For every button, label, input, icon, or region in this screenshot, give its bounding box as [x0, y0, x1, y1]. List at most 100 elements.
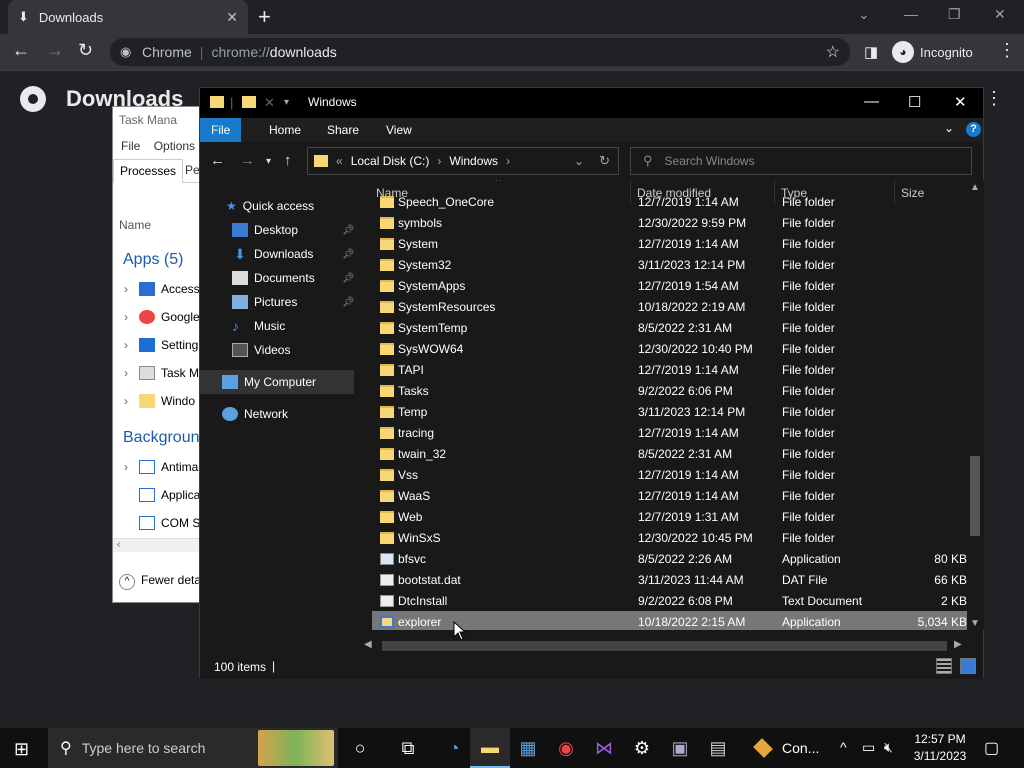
refresh-icon[interactable]: ↻: [599, 153, 610, 169]
customize-quick-access-icon[interactable]: ▾: [284, 97, 289, 108]
restore-button[interactable]: ❐: [948, 6, 961, 23]
scroll-right-icon[interactable]: ▶: [954, 639, 962, 650]
taskbar-search-input[interactable]: ⚲ Type here to search: [48, 728, 338, 768]
show-hidden-icons-icon[interactable]: ^: [840, 739, 847, 755]
nav-my-computer[interactable]: My Computer: [200, 370, 354, 394]
tab-downloads[interactable]: ⬇ Downloads ✕: [8, 0, 248, 34]
scrollbar-thumb[interactable]: [382, 641, 947, 651]
store-icon[interactable]: ▦: [508, 728, 548, 768]
process-row[interactable]: › Setting: [113, 331, 201, 359]
nav-pictures[interactable]: Pictures 📌︎: [200, 290, 360, 314]
process-row[interactable]: › Task M: [113, 359, 201, 387]
file-row[interactable]: bfsvc 8/5/2022 2:26 AM Application 80 KB: [372, 548, 967, 569]
bookmark-star-icon[interactable]: ☆: [826, 42, 840, 62]
file-row[interactable]: DtcInstall 9/2/2022 6:08 PM Text Document 2…: [372, 590, 967, 611]
file-row[interactable]: WaaS 12/7/2019 1:14 AM File folder: [372, 485, 967, 506]
tab-view[interactable]: View: [375, 118, 423, 142]
file-row[interactable]: System 12/7/2019 1:14 AM File folder: [372, 233, 967, 254]
pin-icon[interactable]: 📌︎: [342, 297, 355, 308]
nav-videos[interactable]: Videos: [200, 338, 360, 362]
nav-music[interactable]: ♪ Music: [200, 314, 360, 338]
process-row[interactable]: COM S: [113, 509, 201, 537]
nav-downloads[interactable]: ⬇ Downloads 📌︎: [200, 242, 360, 266]
cortana-icon[interactable]: ○: [340, 728, 380, 768]
file-row[interactable]: SystemApps 12/7/2019 1:54 AM File folder: [372, 275, 967, 296]
back-icon[interactable]: ←: [210, 152, 225, 169]
file-row[interactable]: WinSxS 12/30/2022 10:45 PM File folder: [372, 527, 967, 548]
fewer-details-button[interactable]: ^ Fewer deta: [119, 573, 201, 590]
file-row[interactable]: TAPI 12/7/2019 1:14 AM File folder: [372, 359, 967, 380]
process-row[interactable]: › Windo: [113, 387, 201, 415]
side-panel-icon[interactable]: ◨: [864, 43, 878, 61]
address-bar[interactable]: ◉ Chrome | chrome://downloads ☆: [110, 38, 850, 66]
minimize-button[interactable]: —: [864, 93, 879, 110]
scroll-left-icon[interactable]: ◀: [364, 639, 372, 650]
address-dropdown-icon[interactable]: ⌄: [574, 154, 584, 168]
forward-icon[interactable]: →: [46, 40, 64, 61]
expand-icon[interactable]: ›: [113, 460, 139, 474]
pin-icon[interactable]: 📌︎: [342, 273, 355, 284]
address-bar[interactable]: « Local Disk (C:) › Windows › ⌄ ↻: [307, 147, 619, 175]
taskbar-app-con[interactable]: Con...: [752, 728, 819, 768]
process-row[interactable]: › Google: [113, 303, 201, 331]
windows-start-icon[interactable]: ⊞: [14, 739, 29, 760]
nav-documents[interactable]: Documents 📌︎: [200, 266, 360, 290]
file-row[interactable]: twain_32 8/5/2022 2:31 AM File folder: [372, 443, 967, 464]
file-row[interactable]: Speech_OneCore 12/7/2019 1:14 AM File fold…: [372, 191, 967, 212]
search-input[interactable]: ⚲ Search Windows: [630, 147, 972, 175]
incognito-profile[interactable]: ◕ Incognito: [892, 40, 973, 64]
up-icon[interactable]: ↑: [284, 152, 292, 169]
pin-icon[interactable]: 📌︎: [342, 249, 355, 260]
close-tab-icon[interactable]: ✕: [226, 9, 238, 26]
network-tray-icon[interactable]: ▭: [862, 739, 875, 756]
properties-icon[interactable]: [242, 96, 256, 108]
menu-file[interactable]: File: [121, 139, 140, 153]
file-row[interactable]: Temp 3/11/2023 12:14 PM File folder: [372, 401, 967, 422]
close-button[interactable]: ✕: [954, 93, 967, 111]
chevron-right-icon[interactable]: ›: [506, 154, 510, 168]
large-icons-view-icon[interactable]: [960, 658, 976, 674]
process-row[interactable]: › Antima: [113, 453, 201, 481]
vertical-scrollbar[interactable]: ▲ ▼: [967, 180, 984, 630]
expand-icon[interactable]: ›: [113, 394, 139, 408]
help-icon[interactable]: ?: [966, 122, 981, 137]
scrollbar-thumb[interactable]: [970, 456, 980, 536]
chevron-right-icon[interactable]: ›: [437, 154, 441, 168]
process-row[interactable]: › Access: [113, 275, 201, 303]
nav-desktop[interactable]: Desktop 📌︎: [200, 218, 360, 242]
name-column-header[interactable]: Name: [119, 218, 151, 232]
nav-quick-access[interactable]: ★ Quick access: [200, 194, 360, 218]
delete-icon[interactable]: ✕: [264, 95, 275, 111]
edge-icon[interactable]: ◔: [434, 728, 474, 768]
visual-studio-icon[interactable]: ⋈: [584, 728, 624, 768]
tab-file[interactable]: File: [200, 118, 242, 142]
file-row[interactable]: symbols 12/30/2022 9:59 PM File folder: [372, 212, 967, 233]
downloads-menu-icon[interactable]: ⋮: [985, 88, 1003, 109]
settings-gear-icon[interactable]: ⚙: [622, 728, 662, 768]
scroll-up-icon[interactable]: ▲: [970, 182, 980, 193]
nav-network[interactable]: Network: [200, 402, 360, 426]
reload-icon[interactable]: ↻: [78, 40, 93, 61]
overflow-icon[interactable]: «: [336, 154, 343, 168]
task-manager-taskbar-icon[interactable]: ▤: [698, 728, 738, 768]
file-row[interactable]: SystemTemp 8/5/2022 2:31 AM File folder: [372, 317, 967, 338]
recent-locations-icon[interactable]: ▾: [266, 156, 271, 167]
expand-icon[interactable]: ›: [113, 366, 139, 380]
breadcrumb-root[interactable]: Local Disk (C:): [351, 154, 430, 168]
file-row[interactable]: SysWOW64 12/30/2022 10:40 PM File folder: [372, 338, 967, 359]
horizontal-scrollbar[interactable]: ◀ ▶: [360, 637, 967, 654]
chrome-menu-icon[interactable]: ⋮: [998, 40, 1016, 61]
file-row[interactable]: Vss 12/7/2019 1:14 AM File folder: [372, 464, 967, 485]
new-tab-button[interactable]: +: [258, 4, 271, 30]
chrome-taskbar-icon[interactable]: ◉: [546, 728, 586, 768]
volume-muted-icon[interactable]: 🔇︎: [884, 739, 893, 756]
horizontal-scrollbar[interactable]: ‹: [113, 538, 201, 552]
details-view-icon[interactable]: [936, 658, 952, 674]
scroll-left-icon[interactable]: ‹: [117, 539, 120, 550]
forward-icon[interactable]: →: [240, 152, 255, 169]
maximize-button[interactable]: ☐: [908, 93, 921, 111]
file-row[interactable]: Web 12/7/2019 1:31 AM File folder: [372, 506, 967, 527]
task-view-icon[interactable]: ⧉: [388, 728, 428, 768]
tab-processes[interactable]: Processes: [113, 159, 184, 183]
tab-share[interactable]: Share: [316, 118, 370, 142]
